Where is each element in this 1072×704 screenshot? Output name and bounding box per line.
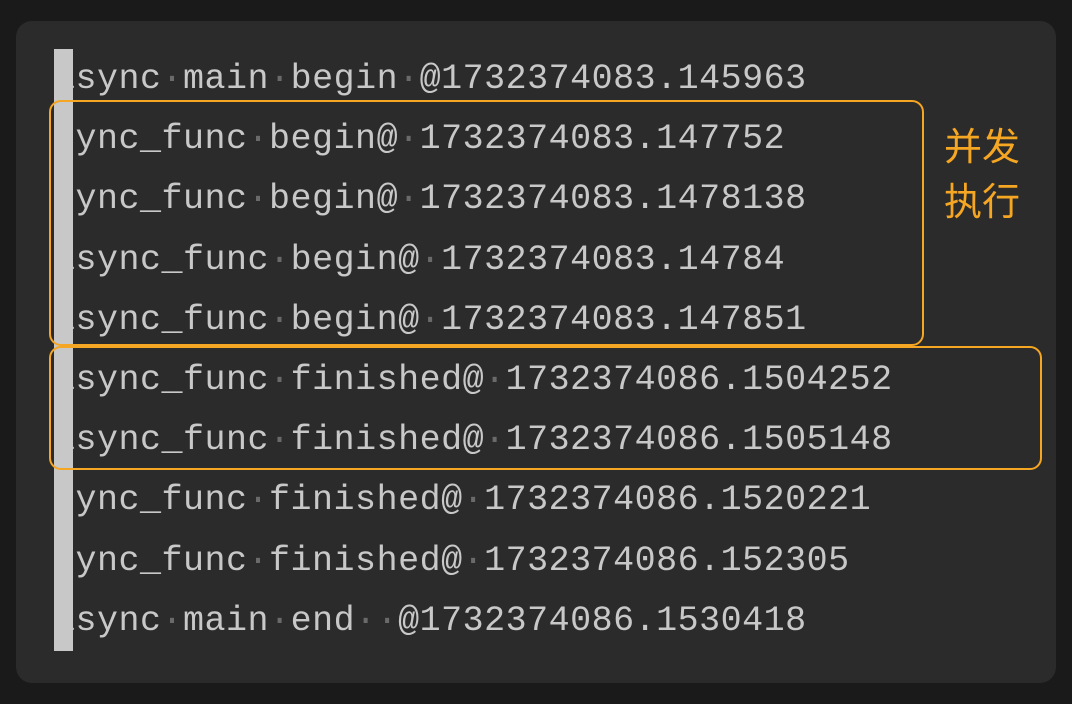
log-line: async_func·begin@·1732374083.147851	[54, 290, 1018, 350]
annotation-line: 执行	[944, 176, 1020, 231]
annotation-line: 并发	[944, 121, 1020, 176]
log-line: sync_func·finished@·1732374086.1520221	[54, 470, 1018, 530]
log-line: sync_func·begin@·1732374083.147752	[54, 109, 1018, 169]
log-line: async_func·begin@·1732374083.14784	[54, 230, 1018, 290]
terminal-output: async·main·begin·@1732374083.145963 sync…	[16, 21, 1056, 683]
log-line: async·main·begin·@1732374083.145963	[54, 49, 1018, 109]
log-line: sync_func·finished@·1732374086.152305	[54, 531, 1018, 591]
log-line: sync_func·begin@·1732374083.1478138	[54, 169, 1018, 229]
log-line: async_func·finished@·1732374086.1504252	[54, 350, 1018, 410]
log-line: async·main·end··@1732374086.1530418	[54, 591, 1018, 651]
log-line: async_func·finished@·1732374086.1505148	[54, 410, 1018, 470]
annotation-concurrent: 并发 执行	[944, 121, 1020, 231]
